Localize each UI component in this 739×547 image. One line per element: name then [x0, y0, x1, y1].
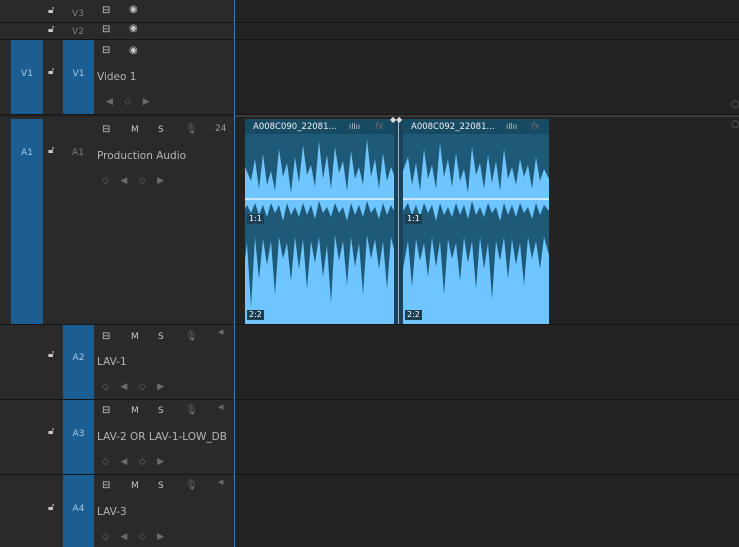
channel-label: 2:2 [405, 310, 422, 320]
track-name-a2[interactable]: LAV-1 [97, 356, 127, 368]
lock-icon[interactable]: 🔓︎ [48, 502, 54, 514]
lock-icon[interactable]: 🔓︎ [48, 426, 54, 438]
clip-waveform [403, 119, 549, 324]
lock-icon[interactable]: 🔓︎ [48, 349, 54, 361]
channel-label: 1:1 [405, 214, 422, 224]
track-a2: 🔓︎ A2 ⊟ M S 🎙︎ ◀ LAV-1 ◇̣ ◀ ◇ ▶ [0, 325, 739, 399]
audio-clip[interactable]: A008C092_22081... ıllıı fx 1:1 2:2 [403, 119, 549, 324]
clip-name: A008C090_22081... [253, 122, 337, 132]
keyframe-nav-icon[interactable]: ◇̣ ◀ ◇ ▶ [102, 531, 164, 543]
mic-icon[interactable]: 🎙︎ [185, 124, 198, 136]
channel-label: 1:1 [247, 214, 264, 224]
solo-button[interactable]: S [158, 332, 164, 342]
mic-icon[interactable]: 🎙︎ [185, 405, 198, 417]
playhead-line[interactable] [234, 0, 235, 547]
keyframe-nav-icon[interactable]: ◀ ◇ ▶ [106, 96, 150, 108]
fx-badge: fx [375, 122, 384, 132]
lock-icon[interactable]: 🔓︎ [48, 24, 54, 36]
track-target-a2: A2 [72, 353, 85, 363]
eye-icon[interactable]: ◉ [129, 45, 138, 57]
keyframe-nav-icon[interactable]: ◇̣ ◀ ◇ ▶ [102, 381, 164, 393]
track-header-v3 [0, 0, 235, 22]
fx-badge: fx [531, 122, 540, 132]
clip-name: A008C092_22081... [411, 122, 495, 132]
mute-button[interactable]: M [131, 406, 139, 416]
track-name-a4[interactable]: LAV-3 [97, 506, 127, 518]
track-v2: 🔓︎ V2 ⊟ ◉ [0, 23, 739, 39]
clip-waveform [245, 119, 394, 324]
keyframe-nav-icon[interactable]: ◇̣ ◀ ◇ ▶ [102, 456, 164, 468]
channel-label: 2:2 [247, 310, 264, 320]
track-header-v2 [0, 23, 235, 39]
collapse-icon[interactable]: ◀ [218, 401, 223, 413]
source-label-a1: A1 [21, 148, 33, 158]
solo-button[interactable]: S [158, 125, 164, 135]
zoom-handle[interactable]: ○ [731, 99, 739, 111]
mute-button[interactable]: M [131, 332, 139, 342]
eye-icon[interactable]: ◉ [129, 4, 138, 16]
keyframe-nav-icon[interactable]: ◇̣ ◀ ◇ ▶ [102, 175, 164, 187]
volume-readout: 24 [215, 124, 227, 134]
track-a4: 🔓︎ A4 ⊟ M S 🎙︎ ◀ LAV-3 ◇̣ ◀ ◇ ▶ [0, 475, 739, 547]
track-name-a3[interactable]: LAV-2 OR LAV-1-LOW_DB [97, 431, 227, 443]
eye-icon[interactable]: ◉ [129, 23, 138, 35]
edit-point-line [398, 119, 399, 324]
mute-button[interactable]: M [131, 481, 139, 491]
lock-icon[interactable]: 🔓︎ [48, 5, 54, 17]
audio-clip[interactable]: A008C090_22081... ıllıı fx 1:1 2:2 [245, 119, 394, 324]
lock-icon[interactable]: 🔓︎ [48, 66, 54, 78]
track-a3: 🔓︎ A3 ⊟ M S 🎙︎ ◀ LAV-2 OR LAV-1-LOW_DB ◇… [0, 400, 739, 474]
track-name-v1[interactable]: Video 1 [97, 71, 136, 83]
sync-icon[interactable]: ⊟ [102, 124, 110, 136]
waveform-icon: ıllıı [506, 122, 518, 131]
sync-icon[interactable]: ⊟ [102, 331, 110, 343]
track-target-v2[interactable]: V2 [66, 27, 90, 37]
track-target-a4: A4 [72, 504, 85, 514]
waveform-icon: ıllıı [349, 122, 361, 131]
track-target-a1[interactable]: A1 [66, 148, 90, 158]
sync-icon[interactable]: ⊟ [102, 5, 110, 17]
mic-icon[interactable]: 🎙︎ [185, 480, 198, 492]
source-label-v1: V1 [21, 69, 33, 79]
track-target-v3[interactable]: V3 [66, 9, 90, 19]
track-target-v1: V1 [72, 69, 85, 79]
edit-point-marker[interactable]: ◆◆ [390, 114, 402, 126]
track-target-a3: A3 [72, 429, 85, 439]
sync-icon[interactable]: ⊟ [102, 480, 110, 492]
track-name-a1[interactable]: Production Audio [97, 150, 186, 162]
solo-button[interactable]: S [158, 481, 164, 491]
sync-icon[interactable]: ⊟ [102, 45, 110, 57]
sync-icon[interactable]: ⊟ [102, 24, 110, 36]
collapse-icon[interactable]: ◀ [218, 476, 223, 488]
collapse-icon[interactable]: ◀ [218, 326, 223, 338]
solo-button[interactable]: S [158, 406, 164, 416]
track-v3: 🔓︎ V3 ⊟ ◉ [0, 0, 739, 22]
track-v1: V1 🔓︎ V1 ⊟ ◉ Video 1 ◀ ◇ ▶ [0, 40, 739, 114]
mute-button[interactable]: M [131, 125, 139, 135]
lock-icon[interactable]: 🔓︎ [48, 145, 54, 157]
mic-icon[interactable]: 🎙︎ [185, 331, 198, 343]
sync-icon[interactable]: ⊟ [102, 405, 110, 417]
